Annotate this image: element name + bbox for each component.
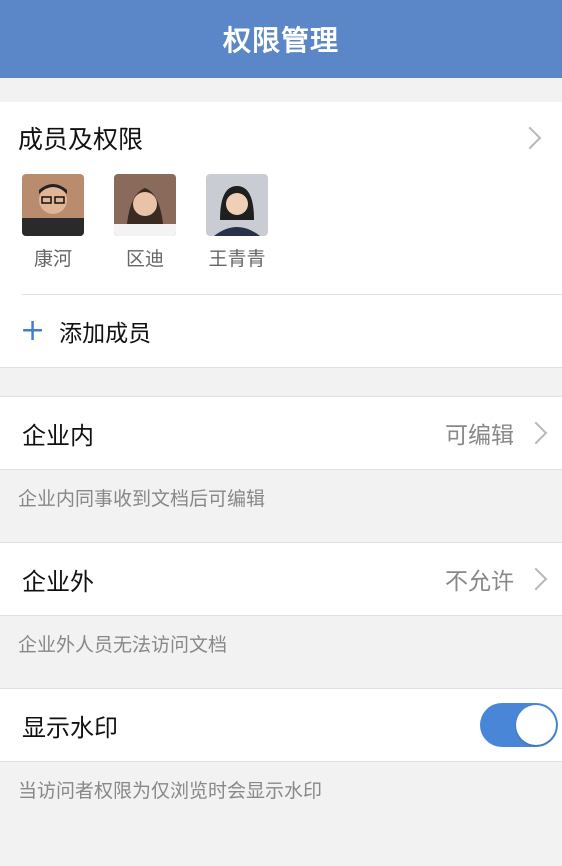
members-header[interactable]: 成员及权限 bbox=[0, 102, 562, 174]
page-title: 权限管理 bbox=[222, 24, 339, 57]
avatar bbox=[206, 174, 268, 236]
member-list: 康河 区迪 王青青 bbox=[0, 174, 562, 294]
setting-label: 显示水印 bbox=[22, 713, 118, 742]
chevron-right-icon bbox=[518, 126, 542, 150]
avatar bbox=[22, 174, 84, 236]
setting-description: 当访问者权限为仅浏览时会显示水印 bbox=[18, 780, 323, 802]
avatar bbox=[114, 174, 176, 236]
setting-label: 企业外 bbox=[22, 567, 94, 596]
plus-icon: + bbox=[20, 313, 46, 348]
nav-bar: 权限管理 bbox=[0, 0, 562, 78]
member-item[interactable]: 康河 bbox=[22, 174, 84, 294]
member-item[interactable]: 区迪 bbox=[114, 174, 176, 294]
spacer bbox=[0, 367, 562, 396]
member-name: 康河 bbox=[33, 248, 72, 270]
add-member-button[interactable]: + 添加成员 bbox=[0, 295, 562, 367]
members-section: 成员及权限 康河 区迪 王青青 + 添加成员 bbox=[0, 102, 562, 367]
setting-label: 企业内 bbox=[22, 421, 94, 450]
chevron-right-icon bbox=[524, 567, 548, 591]
setting-description: 企业内同事收到文档后可编辑 bbox=[18, 488, 266, 510]
member-name: 王青青 bbox=[208, 248, 266, 270]
setting-description: 企业外人员无法访问文档 bbox=[18, 634, 228, 656]
member-item[interactable]: 王青青 bbox=[206, 174, 268, 294]
add-member-label: 添加成员 bbox=[59, 321, 152, 347]
setting-value: 可编辑 bbox=[445, 423, 514, 449]
setting-value: 不允许 bbox=[445, 569, 514, 595]
member-name: 区迪 bbox=[125, 248, 164, 270]
external-permission-row[interactable]: 企业外 不允许 bbox=[0, 542, 562, 616]
members-title: 成员及权限 bbox=[18, 125, 144, 154]
internal-permission-row[interactable]: 企业内 可编辑 bbox=[0, 396, 562, 470]
toggle-knob bbox=[516, 705, 556, 745]
watermark-toggle[interactable] bbox=[480, 703, 558, 747]
chevron-right-icon bbox=[524, 421, 548, 445]
watermark-row: 显示水印 bbox=[0, 688, 562, 762]
